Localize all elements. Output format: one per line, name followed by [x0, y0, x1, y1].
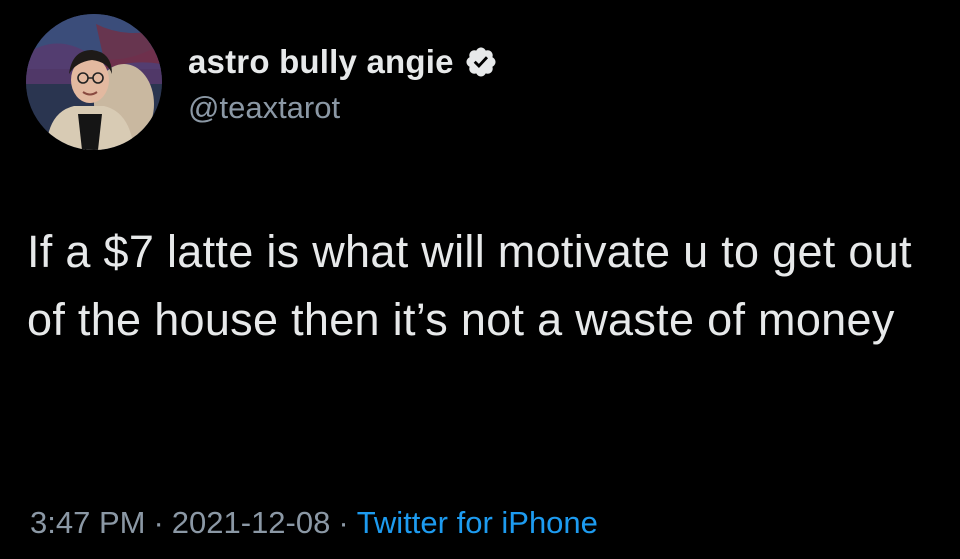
tweet-date[interactable]: 2021-12-08 — [172, 505, 331, 540]
meta-separator: · — [153, 505, 164, 540]
tweet-source-link[interactable]: Twitter for iPhone — [357, 505, 598, 540]
tweet-card: astro bully angie @teaxtarot If a $7 lat… — [0, 0, 960, 559]
tweet-text: If a $7 latte is what will motivate u to… — [27, 226, 912, 345]
profile-photo-icon — [26, 14, 162, 150]
tweet-time[interactable]: 3:47 PM — [30, 505, 145, 540]
author-display-name[interactable]: astro bully angie — [188, 43, 454, 81]
name-row: astro bully angie — [188, 40, 498, 84]
tweet-meta: 3:47 PM · 2021-12-08 · Twitter for iPhone — [30, 505, 598, 541]
meta-separator: · — [338, 505, 349, 540]
author-handle[interactable]: @teaxtarot — [188, 90, 498, 126]
author-avatar[interactable] — [26, 14, 162, 150]
tweet-header: astro bully angie @teaxtarot — [188, 40, 498, 126]
verified-badge-icon — [464, 45, 498, 79]
